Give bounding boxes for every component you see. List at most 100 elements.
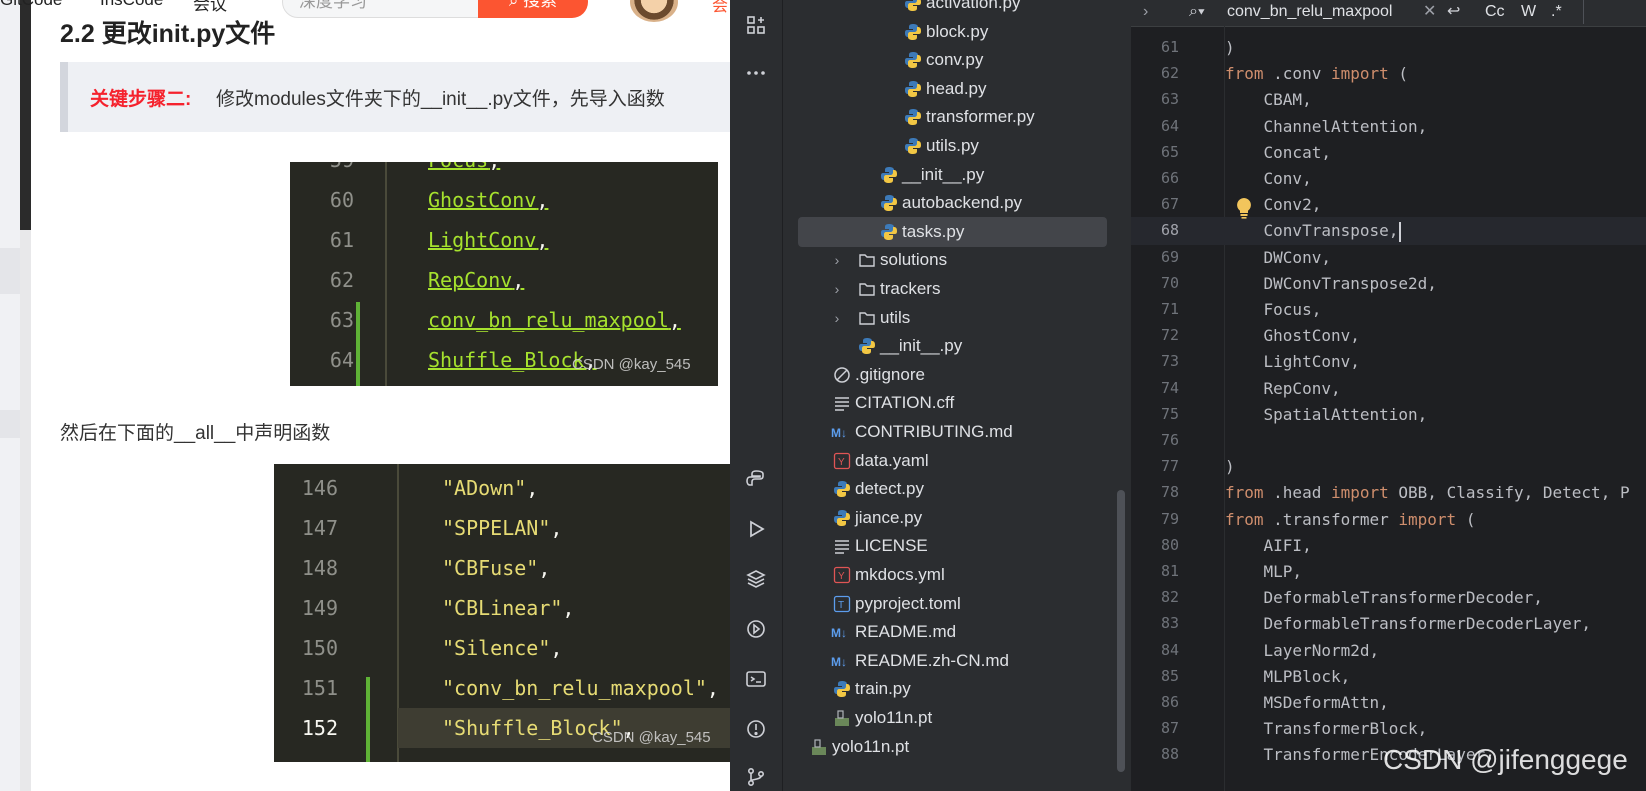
tree-file[interactable]: detect.py bbox=[783, 474, 1131, 504]
whole-word-toggle[interactable]: W bbox=[1521, 0, 1536, 24]
tree-file[interactable]: CITATION.cff bbox=[783, 388, 1131, 418]
chevron-right-icon[interactable]: › bbox=[830, 303, 844, 333]
line-number: 73 bbox=[1160, 352, 1179, 371]
editor-line: 66 Conv, bbox=[1131, 165, 1646, 193]
code-text: MLPBlock, bbox=[1225, 663, 1351, 691]
find-clear-icon[interactable]: ✕ bbox=[1423, 0, 1436, 24]
comma: , bbox=[536, 188, 549, 212]
folder-icon bbox=[852, 303, 882, 333]
nav-conference[interactable]: 会议 bbox=[193, 0, 227, 15]
line-number: 84 bbox=[1160, 640, 1179, 659]
code-text: "conv_bn_relu_maxpool", bbox=[442, 668, 719, 708]
comma: , bbox=[538, 556, 551, 580]
tree-file[interactable]: activation.py bbox=[783, 0, 1131, 18]
header-fragment[interactable]: 会 bbox=[712, 0, 728, 16]
avatar[interactable] bbox=[630, 0, 678, 22]
terminal-icon[interactable] bbox=[743, 666, 769, 692]
tree-file[interactable]: transformer.py bbox=[783, 102, 1131, 132]
python-console-icon[interactable] bbox=[743, 466, 769, 492]
tree-file[interactable]: yolo11n.pt bbox=[783, 732, 1131, 762]
tree-file[interactable]: autobackend.py bbox=[783, 188, 1131, 218]
line-number: 147 bbox=[301, 516, 338, 540]
line-number: 61 bbox=[1160, 38, 1179, 56]
section-title: 2.2 更改init.py文件 bbox=[60, 20, 276, 48]
code-text: from .conv import ( bbox=[1225, 60, 1408, 88]
line-number: 83 bbox=[1160, 614, 1179, 633]
code-segment: .head bbox=[1263, 483, 1331, 503]
problems-icon[interactable] bbox=[743, 716, 769, 742]
code-segment: CBAM, bbox=[1225, 90, 1312, 110]
nav-inscode[interactable]: InsCode bbox=[100, 0, 163, 10]
run-icon[interactable] bbox=[743, 516, 769, 542]
python-file-icon bbox=[827, 474, 857, 504]
code-segment: .conv bbox=[1263, 64, 1331, 84]
code-line: 63 conv_bn_relu_maxpool, bbox=[290, 300, 718, 340]
search-button[interactable]: ⌕ 搜索 bbox=[478, 0, 588, 18]
tree-item-label: LICENSE bbox=[855, 536, 928, 556]
regex-toggle[interactable]: .* bbox=[1551, 0, 1562, 24]
structure-icon[interactable] bbox=[743, 12, 769, 38]
tree-folder[interactable]: › trackers bbox=[783, 274, 1131, 304]
line-number: 62 bbox=[1160, 64, 1179, 83]
tree-file[interactable]: .gitignore bbox=[783, 360, 1131, 390]
line-number: 151 bbox=[301, 676, 338, 700]
find-expand-icon[interactable]: › bbox=[1143, 0, 1148, 24]
code-segment: Concat, bbox=[1225, 142, 1331, 162]
line-number: 67 bbox=[1160, 195, 1179, 214]
chevron-right-icon[interactable]: › bbox=[830, 245, 844, 275]
side-tab-a[interactable] bbox=[0, 248, 20, 294]
layers-icon[interactable] bbox=[743, 566, 769, 592]
git-icon[interactable] bbox=[743, 764, 769, 790]
lightbulb-icon[interactable] bbox=[1234, 196, 1254, 220]
tree-file[interactable]: utils.py bbox=[783, 131, 1131, 161]
editor-line: 79 from .transformer import ( bbox=[1131, 506, 1646, 534]
tree-file[interactable]: Tpyproject.toml bbox=[783, 589, 1131, 619]
nav-gitcode[interactable]: GitCode bbox=[0, 0, 62, 10]
python-file-icon bbox=[827, 674, 857, 704]
code-editor[interactable]: › ⌕▾ conv_bn_relu_maxpool ✕ ↩ Cc W .* 61… bbox=[1131, 0, 1646, 791]
editor-line: 86 MSDeformAttn, bbox=[1131, 689, 1646, 717]
tree-file[interactable]: conv.py bbox=[783, 45, 1131, 75]
tree-file[interactable]: head.py bbox=[783, 74, 1131, 104]
identifier: conv_bn_relu_maxpool bbox=[428, 308, 669, 332]
tree-file[interactable]: M↓ CONTRIBUTING.md bbox=[783, 417, 1131, 447]
side-tab-b[interactable] bbox=[0, 410, 20, 438]
tree-folder[interactable]: › solutions bbox=[783, 245, 1131, 275]
markdown-icon: M↓ bbox=[827, 417, 857, 447]
code-text: LightConv, bbox=[428, 220, 548, 260]
tree-file[interactable]: jiance.py bbox=[783, 503, 1131, 533]
code-line: 148 "CBFuse", bbox=[274, 548, 730, 588]
find-history-icon[interactable]: ↩ bbox=[1447, 0, 1460, 24]
model-file-icon bbox=[804, 732, 834, 762]
tree-file[interactable]: yolo11n.pt bbox=[783, 703, 1131, 733]
activity-bar bbox=[730, 0, 783, 791]
line-number: 82 bbox=[1160, 588, 1179, 607]
tree-file[interactable]: block.py bbox=[783, 17, 1131, 47]
code-segment: ConvTranspose, bbox=[1225, 221, 1399, 241]
identifier: RepConv bbox=[428, 268, 513, 292]
code-text: "Silence", bbox=[442, 628, 562, 668]
editor-line: 63 CBAM, bbox=[1131, 86, 1646, 114]
tree-file[interactable]: __init__.py bbox=[783, 160, 1131, 190]
svg-text:Y: Y bbox=[838, 571, 845, 582]
tree-file[interactable]: LICENSE bbox=[783, 531, 1131, 561]
tree-item-label: train.py bbox=[855, 679, 911, 699]
find-input[interactable]: conv_bn_relu_maxpool bbox=[1227, 0, 1392, 24]
tree-file[interactable]: M↓ README.zh-CN.md bbox=[783, 646, 1131, 676]
search-input[interactable]: 深度学习 bbox=[282, 0, 480, 18]
find-search-icon[interactable]: ⌕▾ bbox=[1189, 0, 1205, 24]
services-icon[interactable] bbox=[743, 616, 769, 642]
tree-file[interactable]: __init__.py bbox=[783, 331, 1131, 361]
tree-file[interactable]: Ydata.yaml bbox=[783, 446, 1131, 476]
tree-file[interactable]: Ymkdocs.yml bbox=[783, 560, 1131, 590]
svg-text:M↓: M↓ bbox=[831, 426, 847, 440]
line-number: 61 bbox=[329, 228, 354, 252]
tree-folder[interactable]: › utils bbox=[783, 303, 1131, 333]
tree-file[interactable]: tasks.py bbox=[798, 216, 1107, 247]
match-case-toggle[interactable]: Cc bbox=[1485, 0, 1505, 24]
more-icon[interactable] bbox=[743, 60, 769, 86]
tree-file[interactable]: train.py bbox=[783, 674, 1131, 704]
chevron-right-icon[interactable]: › bbox=[830, 274, 844, 304]
line-number: 68 bbox=[1160, 221, 1179, 240]
tree-file[interactable]: M↓ README.md bbox=[783, 617, 1131, 647]
